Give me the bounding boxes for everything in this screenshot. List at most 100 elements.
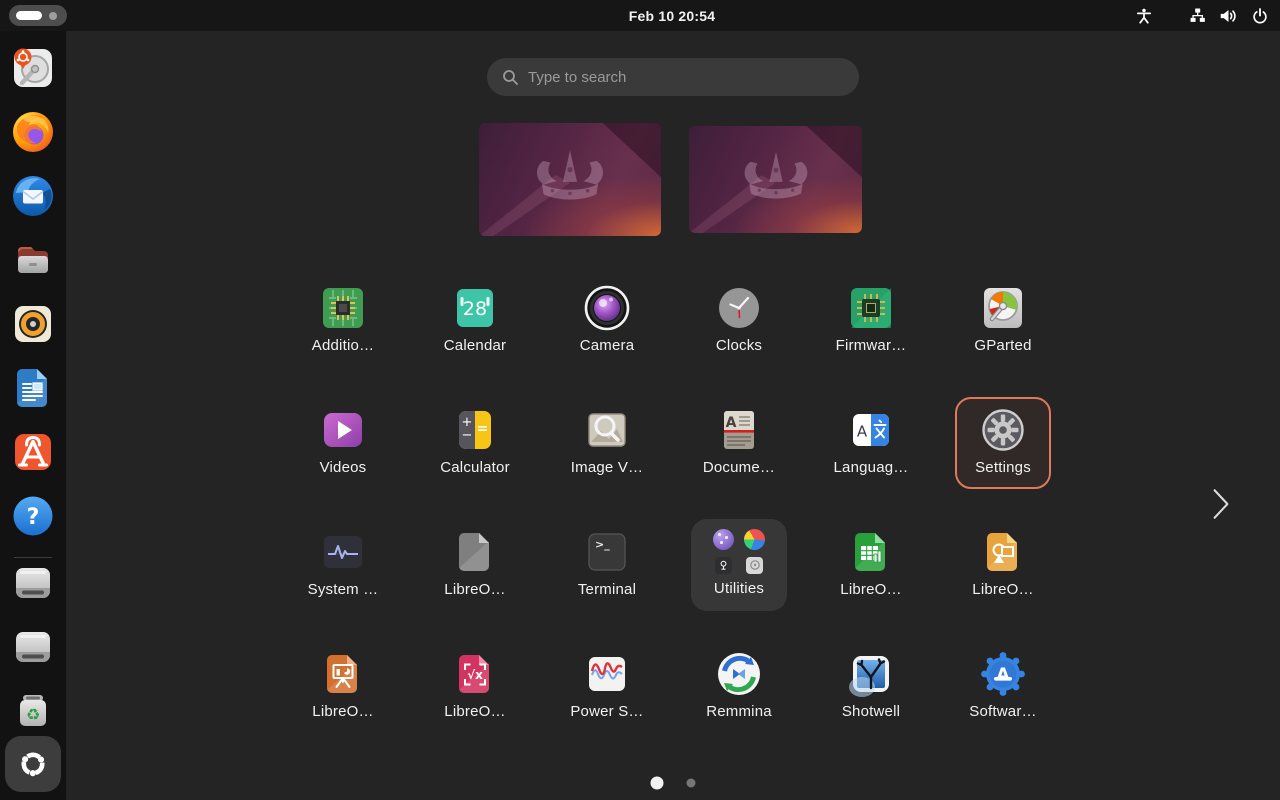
settings-selected-tile: Settings (955, 397, 1051, 489)
app-gparted[interactable]: GParted (937, 275, 1069, 397)
app-libreoffice-calc[interactable]: LibreO… (805, 519, 937, 641)
app-power-statistics[interactable]: Power S… (541, 641, 673, 763)
app-libreoffice-generic[interactable]: LibreO… (409, 519, 541, 641)
software-icon: A (979, 650, 1027, 698)
libreoffice-generic-icon (451, 528, 499, 576)
svg-text:√x: √x (467, 668, 483, 682)
libreoffice-math-icon: √x (451, 650, 499, 698)
dock-files[interactable] (9, 236, 57, 284)
show-apps-icon (16, 747, 50, 781)
app-software[interactable]: A Softwar… (937, 641, 1069, 763)
app-label: Docume… (703, 459, 775, 476)
app-label: Clocks (716, 337, 762, 354)
videos-icon (319, 406, 367, 454)
dock: ? ♻ (0, 31, 66, 800)
app-calculator[interactable]: + − = Calculator (409, 397, 541, 519)
app-shotwell[interactable]: Shotwell (805, 641, 937, 763)
app-image-viewer[interactable]: Image V… (541, 397, 673, 519)
workspace-thumbnail-1[interactable] (479, 123, 661, 236)
power-icon[interactable] (1251, 6, 1269, 26)
app-label: System … (308, 581, 379, 598)
app-remmina[interactable]: Remmina (673, 641, 805, 763)
dock-trash[interactable]: ♻ (9, 687, 57, 735)
top-bar: Feb 10 20:54 (0, 0, 1280, 31)
dock-show-apps[interactable] (5, 736, 61, 792)
app-document-viewer[interactable]: A Docume… (673, 397, 805, 519)
dock-thunderbird[interactable] (9, 172, 57, 220)
app-label: Shotwell (842, 703, 900, 720)
app-firmware-updater[interactable]: Firmwar… (805, 275, 937, 397)
workspace-active-pill (16, 11, 42, 20)
app-folder-utilities[interactable]: Utilities (673, 519, 805, 641)
terminal-icon: >_ (583, 528, 631, 576)
external-drive-icon (9, 623, 57, 671)
app-videos[interactable]: Videos (277, 397, 409, 519)
page-dot-1[interactable] (651, 777, 664, 790)
clocks-icon (715, 284, 763, 332)
search-input[interactable] (528, 69, 844, 86)
crown-wallpaper-icon (517, 146, 623, 208)
app-system-monitor[interactable]: System … (277, 519, 409, 641)
dock-firefox[interactable] (9, 108, 57, 156)
app-camera[interactable]: Camera (541, 275, 673, 397)
utilities-folder-preview (713, 528, 766, 575)
network-wired-icon[interactable] (1189, 5, 1206, 26)
app-clocks[interactable]: Clocks (673, 275, 805, 397)
dock-rhythmbox[interactable] (9, 300, 57, 348)
app-grid: Additio… 28 Calendar Camera Clocks (277, 275, 1069, 763)
app-label: Languag… (834, 459, 909, 476)
svg-text:A: A (726, 415, 737, 431)
dock-ubuntu-installer[interactable] (9, 44, 57, 92)
ubuntu-installer-icon (9, 44, 57, 92)
image-viewer-icon (583, 406, 631, 454)
libreoffice-draw-icon (979, 528, 1027, 576)
libreoffice-impress-icon (319, 650, 367, 698)
utility-tool-icon (715, 557, 732, 574)
libreoffice-calc-icon (847, 528, 895, 576)
next-page-chevron[interactable] (1206, 486, 1236, 522)
disks-icon (746, 557, 763, 574)
dock-external-drive[interactable] (9, 559, 57, 607)
gparted-icon (979, 284, 1027, 332)
workspace-inactive-dot (49, 12, 57, 20)
svg-text:A: A (996, 665, 1010, 685)
app-libreoffice-draw[interactable]: LibreO… (937, 519, 1069, 641)
app-libreoffice-math[interactable]: √x LibreO… (409, 641, 541, 763)
app-libreoffice-impress[interactable]: LibreO… (277, 641, 409, 763)
chevron-right-icon (1210, 487, 1232, 521)
app-settings[interactable]: Settings (937, 397, 1069, 519)
app-label: LibreO… (972, 581, 1033, 598)
workspace-switcher (479, 123, 862, 236)
activities-workspace-indicator[interactable] (9, 5, 67, 26)
app-terminal[interactable]: >_ Terminal (541, 519, 673, 641)
app-additional-drivers[interactable]: Additio… (277, 275, 409, 397)
app-language-support[interactable]: A Languag… (805, 397, 937, 519)
camera-icon (583, 284, 631, 332)
dock-libreoffice-writer[interactable] (9, 364, 57, 412)
page-indicator (651, 777, 696, 790)
workspace-thumbnail-2[interactable] (689, 126, 862, 233)
app-label: GParted (974, 337, 1031, 354)
dock-help[interactable]: ? (9, 492, 57, 540)
accessibility-icon[interactable] (1136, 5, 1152, 27)
app-label: Videos (320, 459, 367, 476)
shotwell-icon (847, 650, 895, 698)
svg-text:28: 28 (463, 298, 487, 320)
volume-icon[interactable] (1219, 6, 1238, 26)
page-dot-2[interactable] (687, 779, 696, 788)
app-label: Calendar (444, 337, 506, 354)
search-icon (502, 69, 518, 85)
search-bar[interactable] (487, 58, 859, 96)
status-area[interactable] (1136, 0, 1269, 31)
app-calendar[interactable]: 28 Calendar (409, 275, 541, 397)
clock[interactable]: Feb 10 20:54 (629, 0, 715, 31)
app-label: Power S… (570, 703, 643, 720)
dock-app-center[interactable] (9, 428, 57, 476)
dock-external-drive-2[interactable] (9, 623, 57, 671)
app-label: LibreO… (312, 703, 373, 720)
calculator-icon: + − = (451, 406, 499, 454)
utilities-folder: Utilities (691, 519, 787, 611)
crown-wallpaper-icon (725, 148, 825, 207)
app-label: Remmina (706, 703, 772, 720)
app-label: LibreO… (444, 581, 505, 598)
